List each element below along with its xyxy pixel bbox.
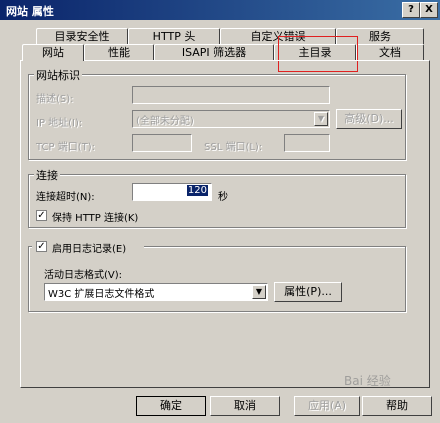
advanced-button[interactable]: 高级(D)... xyxy=(336,109,402,129)
ssl-port-label: SSL 端口(L): xyxy=(204,142,263,153)
ok-button[interactable]: 确定 xyxy=(136,396,206,416)
tcp-port-label: TCP 端口(T): xyxy=(36,142,95,153)
log-format-select[interactable]: W3C 扩展日志文件格式 xyxy=(44,283,268,301)
help-button[interactable]: 帮助 xyxy=(362,396,432,416)
close-icon[interactable]: X xyxy=(420,2,438,18)
timeout-unit: 秒 xyxy=(218,192,228,203)
tab-performance[interactable]: 性能 xyxy=(84,44,154,60)
window-title: 网站 属性 xyxy=(6,5,54,18)
watermark-logo: Bai 经验 xyxy=(344,374,391,388)
chevron-down-icon[interactable]: ▼ xyxy=(314,112,328,126)
cancel-button[interactable]: 取消 xyxy=(210,396,280,416)
timeout-input[interactable]: 120 xyxy=(132,183,212,201)
title-bar: 网站 属性 ? X xyxy=(0,0,440,20)
enable-logging-checkbox[interactable]: ✓ xyxy=(36,241,47,252)
tab-website[interactable]: 网站 xyxy=(22,44,84,61)
timeout-label: 连接超时(N): xyxy=(36,192,95,203)
tcp-port-field[interactable] xyxy=(132,134,192,152)
help-icon[interactable]: ? xyxy=(402,2,420,18)
connection-legend: 连接 xyxy=(34,167,60,183)
enable-logging-label: 启用日志记录(E) xyxy=(52,244,127,255)
keepalive-checkbox[interactable]: ✓ xyxy=(36,210,47,221)
properties-button[interactable]: 属性(P)... xyxy=(274,282,342,302)
log-format-label: 活动日志格式(V): xyxy=(44,270,123,281)
tab-http-headers[interactable]: HTTP 头 xyxy=(128,28,220,44)
chevron-down-icon[interactable]: ▼ xyxy=(252,285,266,299)
tab-isapi-filters[interactable]: ISAPI 筛选器 xyxy=(154,44,274,60)
ip-select[interactable]: (全部未分配) xyxy=(132,110,330,128)
description-field[interactable] xyxy=(132,86,330,104)
apply-button[interactable]: 应用(A) xyxy=(294,396,360,416)
ssl-port-field[interactable] xyxy=(284,134,330,152)
description-label: 描述(S): xyxy=(36,94,74,105)
site-id-legend: 网站标识 xyxy=(34,67,82,83)
tab-directory-security[interactable]: 目录安全性 xyxy=(36,28,128,44)
keepalive-label: 保持 HTTP 连接(K) xyxy=(52,213,139,224)
tab-documents[interactable]: 文档 xyxy=(356,44,424,60)
ip-label: IP 地址(I): xyxy=(36,118,83,129)
timeout-value: 120 xyxy=(186,185,208,196)
